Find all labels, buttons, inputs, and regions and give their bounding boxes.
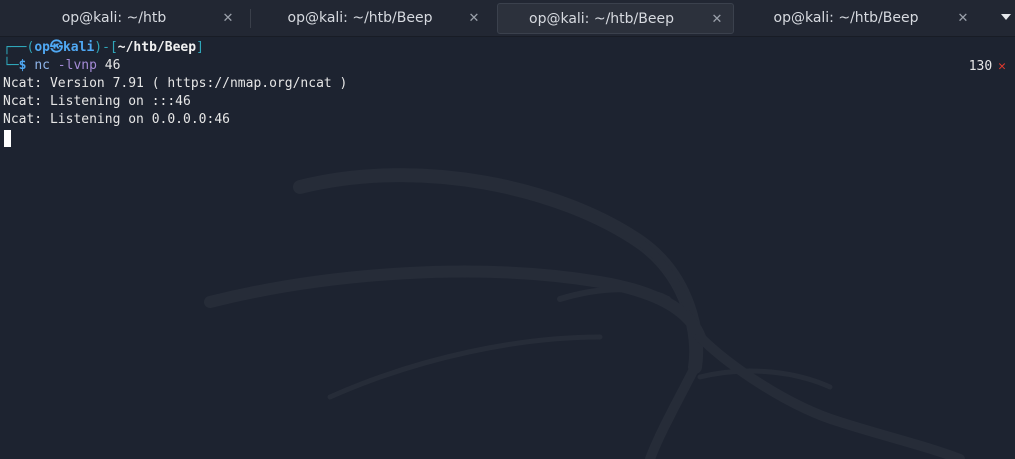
prompt-mid: )-[ bbox=[94, 40, 118, 55]
command-option: -lvnp bbox=[57, 58, 97, 73]
tab-1[interactable]: op@kali: ~/htb ✕ bbox=[12, 3, 244, 34]
tab-2-label: op@kali: ~/htb/Beep bbox=[287, 10, 433, 26]
output-line-2: Ncat: Listening on :::46 bbox=[3, 94, 191, 109]
error-x-icon: ✕ bbox=[998, 59, 1006, 74]
terminal-area[interactable]: ┌──(op㉿kali)-[~/htb/Beep] └─$ nc -lvnp 4… bbox=[0, 37, 1015, 459]
prompt-dollar: $ bbox=[18, 58, 27, 73]
tab-bar: op@kali: ~/htb ✕ op@kali: ~/htb/Beep ✕ o… bbox=[0, 0, 1015, 37]
tabs-menu-chevron-down-icon[interactable] bbox=[1001, 14, 1011, 20]
tab-divider bbox=[250, 9, 251, 28]
tab-4[interactable]: op@kali: ~/htb/Beep ✕ bbox=[741, 3, 979, 34]
prompt-frame-bottom: └─ bbox=[3, 58, 19, 73]
output-line-3: Ncat: Listening on 0.0.0.0:46 bbox=[3, 112, 230, 127]
tab-3-label: op@kali: ~/htb/Beep bbox=[529, 11, 674, 27]
command-argument: 46 bbox=[104, 58, 121, 73]
prompt-frame-top: ┌──( bbox=[3, 40, 35, 55]
tab-2[interactable]: op@kali: ~/htb/Beep ✕ bbox=[258, 3, 490, 34]
prompt-at-glyph: ㉿ bbox=[49, 40, 63, 55]
prompt-close: ] bbox=[196, 40, 204, 55]
prompt-host: kali bbox=[62, 40, 95, 55]
exit-status: 130 ✕ bbox=[969, 58, 1006, 76]
tab-1-close-icon[interactable]: ✕ bbox=[220, 3, 236, 34]
prompt-line-1: ┌──(op㉿kali)-[~/htb/Beep] bbox=[3, 39, 204, 57]
prompt-line-2: └─$ nc -lvnp 46 bbox=[3, 57, 120, 75]
tab-2-close-icon[interactable]: ✕ bbox=[466, 3, 482, 34]
terminal-window: op@kali: ~/htb ✕ op@kali: ~/htb/Beep ✕ o… bbox=[0, 0, 1015, 459]
text-cursor bbox=[4, 130, 11, 147]
tab-1-label: op@kali: ~/htb bbox=[61, 10, 167, 26]
prompt-path: ~/htb/Beep bbox=[117, 40, 197, 55]
output-line-1: Ncat: Version 7.91 ( https://nmap.org/nc… bbox=[3, 76, 348, 91]
command-name: nc bbox=[34, 58, 50, 73]
tab-3-active[interactable]: op@kali: ~/htb/Beep ✕ bbox=[497, 3, 734, 34]
prompt-user: op bbox=[34, 40, 50, 55]
tab-4-close-icon[interactable]: ✕ bbox=[955, 3, 971, 34]
tab-3-close-icon[interactable]: ✕ bbox=[709, 4, 725, 35]
tab-4-label: op@kali: ~/htb/Beep bbox=[773, 10, 919, 26]
exit-code: 130 bbox=[968, 59, 993, 74]
